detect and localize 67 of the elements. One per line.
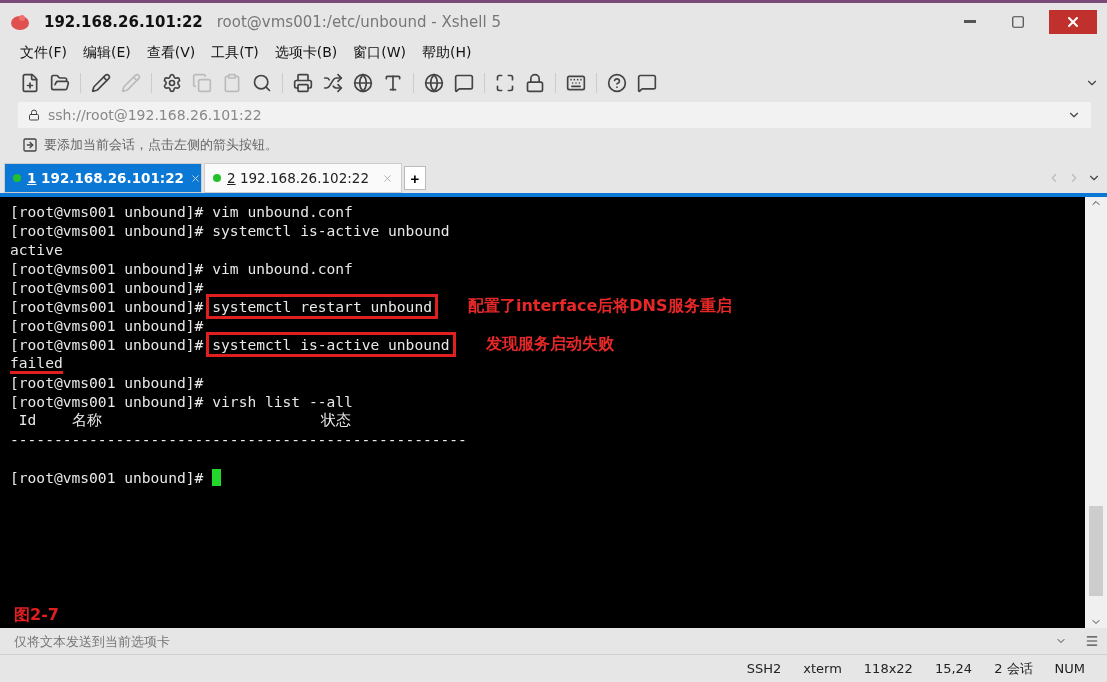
new-session-icon[interactable] — [20, 73, 40, 93]
font-icon[interactable] — [383, 73, 403, 93]
status-item: xterm — [803, 661, 842, 676]
menu-item[interactable]: 帮助(H) — [418, 44, 476, 62]
speech-bubble-icon[interactable] — [454, 73, 474, 93]
globe-icon[interactable] — [353, 73, 373, 93]
window-subtitle: root@vms001:/etc/unbound - Xshell 5 — [216, 12, 502, 31]
menu-item[interactable]: 文件(F) — [16, 44, 71, 62]
printer-icon[interactable] — [293, 73, 313, 93]
prompt-text: [root@vms001 unbound]# — [10, 298, 204, 315]
output-text: Id 名称 状态 — [17, 411, 352, 430]
close-icon[interactable] — [190, 172, 201, 184]
pencil-icon[interactable] — [91, 73, 111, 93]
prompt-text: [root@vms001 unbound]# — [10, 469, 204, 486]
prompt-text: [root@vms001 unbound]# — [10, 279, 204, 296]
menu-item[interactable]: 编辑(E) — [79, 44, 135, 62]
prompt-text: [root@vms001 unbound]# — [10, 393, 204, 410]
minimize-icon — [964, 20, 976, 23]
menu-item[interactable]: 查看(V) — [142, 44, 200, 62]
lock-icon[interactable] — [525, 73, 545, 93]
annotation-text: 发现服务启动失败 — [485, 334, 614, 355]
window-title: 192.168.26.101:22 — [44, 12, 203, 31]
folder-icon[interactable] — [50, 73, 70, 93]
globe-icon[interactable] — [424, 73, 444, 93]
maximize-icon — [1011, 14, 1025, 29]
annotation-text: 配置了interface后将DNS服务重启 — [467, 296, 732, 317]
scrollbar-thumb[interactable] — [1089, 506, 1103, 596]
session-tab[interactable]: 1 192.168.26.101:22 — [4, 163, 202, 193]
prompt-text: [root@vms001 unbound]# — [10, 203, 204, 220]
close-button[interactable] — [1049, 9, 1097, 34]
hint-text: 要添加当前会话，点击左侧的箭头按钮。 — [44, 136, 278, 154]
cursor — [212, 469, 222, 486]
comment-icon[interactable] — [637, 73, 657, 93]
output-text: active — [10, 241, 63, 258]
keyboard-icon[interactable] — [566, 73, 586, 93]
app-logo-icon — [10, 12, 30, 31]
status-dot — [213, 174, 221, 182]
command-text: vim unbound.conf — [212, 203, 353, 220]
status-item: 118x22 — [863, 661, 913, 676]
prompt-text: [root@vms001 unbound]# — [10, 374, 204, 391]
status-dot — [13, 174, 21, 182]
status-item: 15,24 — [934, 661, 973, 676]
underlined-output: failed — [10, 353, 63, 374]
lock-icon — [28, 109, 40, 121]
scrollbar[interactable] — [1085, 197, 1107, 628]
prompt-text: [root@vms001 unbound]# — [10, 260, 204, 277]
prompt-text: [root@vms001 unbound]# — [10, 336, 204, 353]
prompt-text: [root@vms001 unbound]# — [10, 222, 204, 239]
status-item: NUM — [1054, 661, 1085, 676]
output-text: ---------------------------------------------------- — [10, 431, 467, 448]
figure-label: 图2-7 — [14, 605, 59, 626]
status-item: 2 会话 — [994, 659, 1033, 678]
command-text: virsh list --all — [212, 393, 353, 410]
menu-icon[interactable] — [1085, 634, 1099, 648]
command-text: vim unbound.conf — [212, 260, 353, 277]
menu-item[interactable]: 选项卡(B) — [270, 44, 342, 62]
magnifier-icon[interactable] — [252, 73, 272, 93]
help-icon[interactable] — [607, 73, 627, 93]
menu-item[interactable]: 窗口(W) — [349, 44, 411, 62]
menu-item[interactable]: 工具(T) — [207, 44, 263, 62]
fullscreen-icon[interactable] — [495, 73, 515, 93]
prompt-text: [root@vms001 unbound]# — [10, 317, 204, 334]
send-text-field[interactable]: 仅将文本发送到当前选项卡 — [12, 632, 1055, 650]
status-item: SSH2 — [746, 661, 782, 676]
session-tab[interactable]: 2 192.168.26.102:22 — [204, 163, 402, 193]
command-text: systemctl is-active unbound — [212, 222, 450, 239]
new-tab-button[interactable]: + — [404, 166, 426, 190]
